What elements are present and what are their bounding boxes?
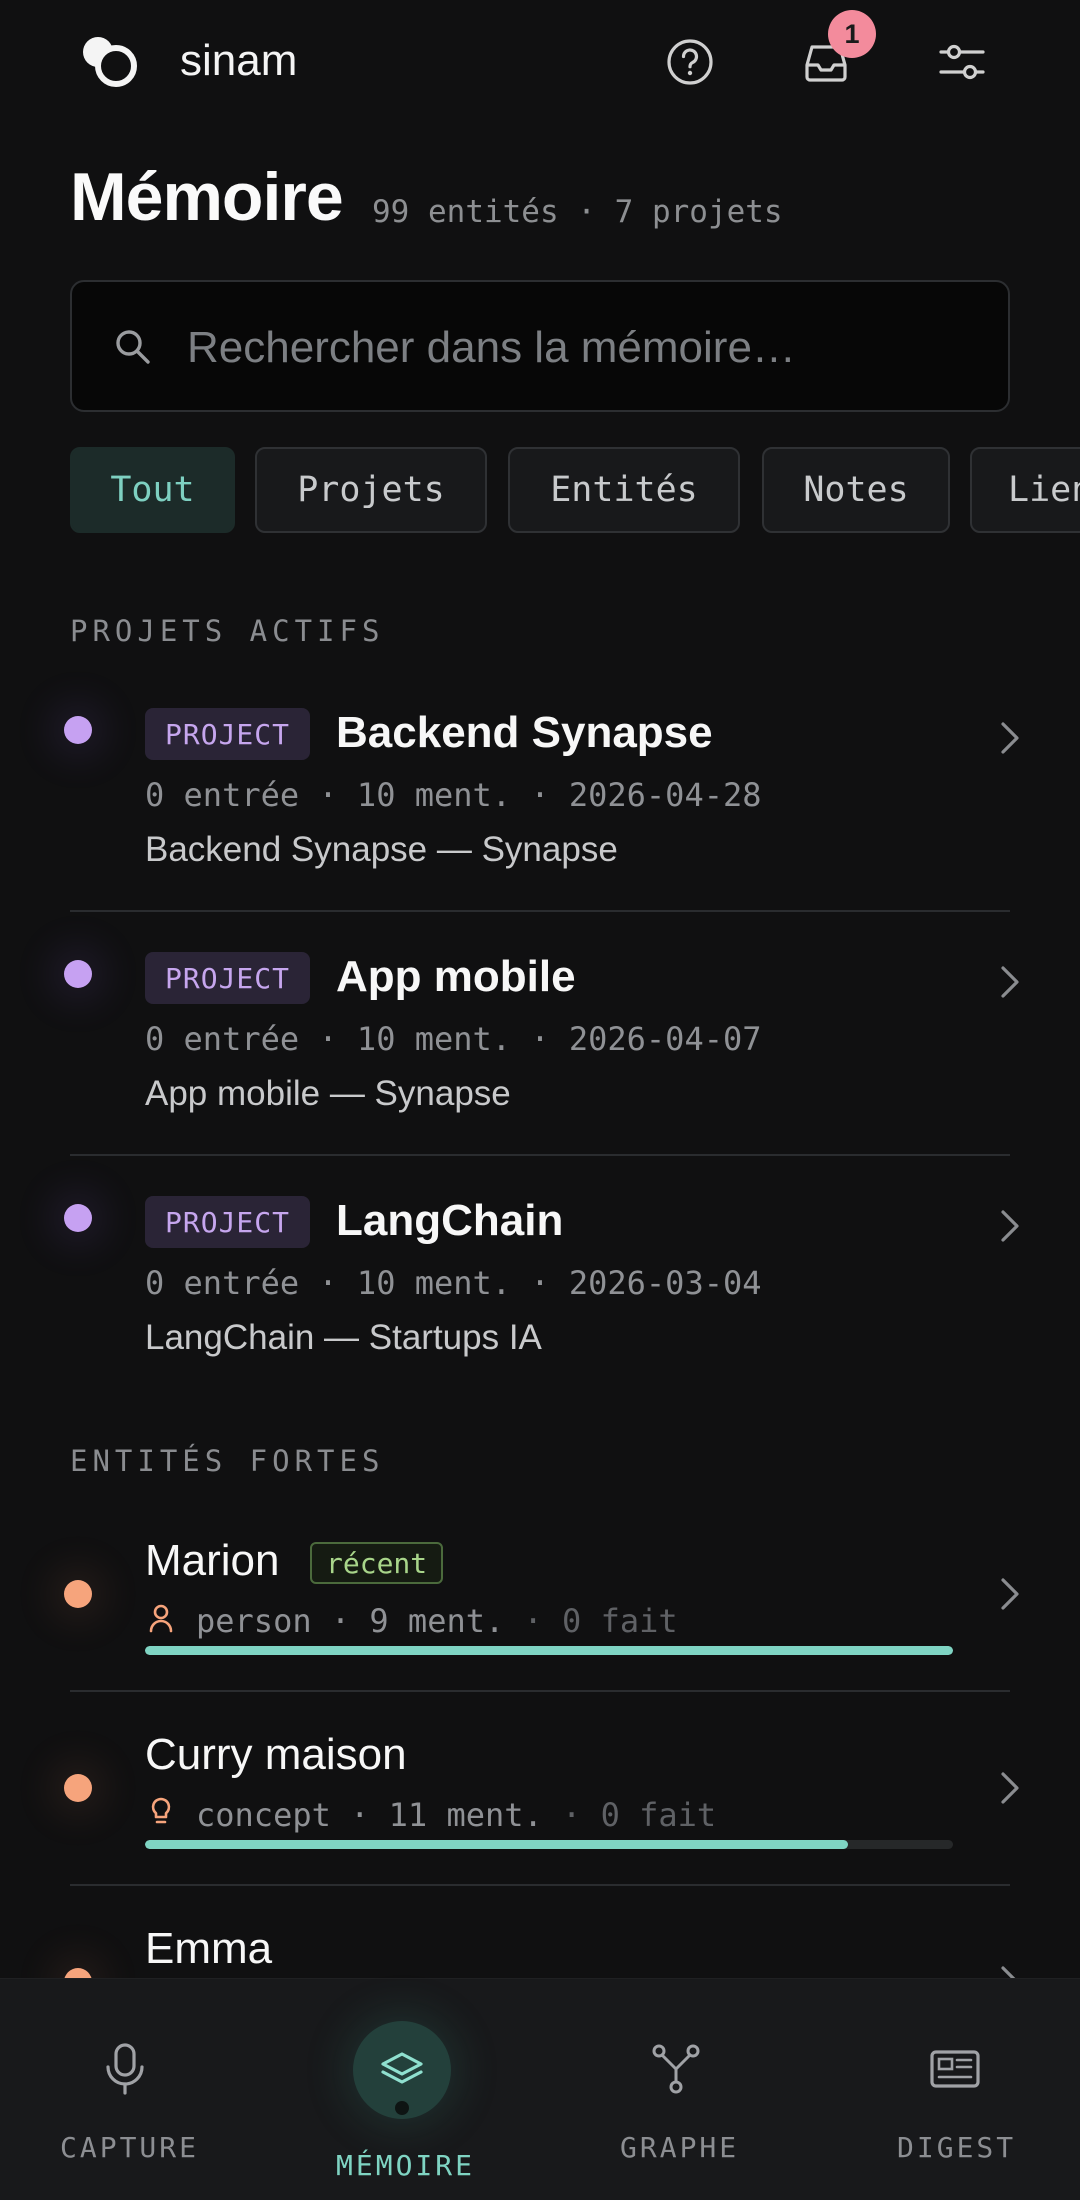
project-tag: PROJECT [145,708,311,760]
settings-sliders-icon [939,44,985,80]
nav-item-capture[interactable]: CAPTURE [40,1979,210,2200]
notification-badge: 1 [828,10,876,58]
entity-name: Curry maison [145,1730,407,1779]
chevron-right-icon [1001,1578,1019,1610]
project-meta: 0 entrée · 10 ment. · 2026-04-07 [145,1020,762,1058]
chevron-right-icon [1001,722,1019,754]
entity-facts: 0 fait [562,1602,678,1640]
divider [70,1690,1010,1692]
help-icon [667,39,713,85]
logo-icon [83,37,137,87]
project-meta: 0 entrée · 10 ment. · 2026-04-28 [145,776,762,814]
entity-name: Marion [145,1536,280,1585]
entity-mentions: 9 ment. [369,1602,505,1640]
filter-chips: Tout Projets Entités Notes Liens [70,447,1080,533]
nav-label: DIGEST [897,2131,1017,2164]
search-box[interactable] [70,280,1010,412]
entity-meta: person · 9 ment. · 0 fait [196,1602,678,1640]
project-dot [64,1204,92,1232]
lightbulb-icon [151,1797,171,1824]
nav-item-digest[interactable]: DIGEST [880,1979,1030,2200]
graph-icon [652,2044,700,2094]
filter-chip-entities[interactable]: Entités [508,447,740,533]
app-header: sinam 1 [0,0,1080,125]
nav-label: MÉMOIRE [336,2149,476,2182]
entity-facts: 0 fait [600,1796,717,1834]
strength-bar [145,1840,953,1849]
entity-mentions: 11 ment. [388,1796,543,1834]
chevron-right-icon [1001,1210,1019,1242]
entity-kind: person [196,1602,312,1640]
chevron-right-icon [1001,966,1019,998]
page-title: Mémoire [70,159,344,235]
section-title-projects: PROJETS ACTIFS [70,614,385,648]
project-name: LangChain [336,1196,564,1245]
brand-name: sinam [180,36,298,85]
entity-row[interactable]: Curry maison concept · 11 ment. · 0 fait [0,1724,1080,1884]
newspaper-icon [930,2050,980,2088]
nav-item-graphe[interactable]: GRAPHE [600,1979,752,2200]
entity-row[interactable]: Emma [0,1918,1080,1978]
project-row[interactable]: PROJECT App mobile 0 entrée · 10 ment. ·… [0,944,1080,1154]
search-icon [116,330,150,364]
project-row[interactable]: PROJECT Backend Synapse 0 entrée · 10 me… [0,700,1080,910]
entity-name: Emma [145,1924,273,1973]
chevron-right-icon [1001,1966,1016,1978]
project-tag: PROJECT [145,952,311,1004]
project-tag: PROJECT [145,1196,311,1248]
section-title-entities: ENTITÉS FORTES [70,1444,385,1478]
bottom-nav: CAPTURE MÉMOIRE GRAPHE DIGEST [0,1978,1080,2200]
entity-dot [64,1968,92,1978]
filter-chip-notes[interactable]: Notes [762,447,950,533]
microphone-icon [106,2043,144,2095]
entity-dot [64,1774,92,1802]
page-subtitle: 99 entités · 7 projets [372,194,783,230]
project-description: LangChain — Startups IA [145,1318,542,1357]
project-row[interactable]: PROJECT LangChain 0 entrée · 10 ment. · … [0,1188,1080,1398]
strength-bar-fill [145,1646,953,1655]
strength-bar-fill [145,1840,848,1849]
entity-row[interactable]: Marion récent person · 9 ment. · 0 fait [0,1530,1080,1690]
person-icon [149,1604,173,1633]
nav-item-memoire[interactable]: MÉMOIRE [318,1979,486,2200]
filter-chip-projects[interactable]: Projets [255,447,487,533]
project-dot [64,716,92,744]
filter-chip-all[interactable]: Tout [70,447,235,533]
entity-meta: concept · 11 ment. · 0 fait [196,1796,717,1834]
recent-badge: récent [310,1542,444,1584]
nav-active-dot [395,2101,409,2115]
project-dot [64,960,92,988]
divider [70,1154,1010,1156]
entity-kind: concept [196,1796,331,1834]
project-description: App mobile — Synapse [145,1074,511,1113]
nav-label: CAPTURE [60,2131,200,2164]
project-meta: 0 entrée · 10 ment. · 2026-03-04 [145,1264,762,1302]
search-input[interactable] [187,308,987,388]
divider [70,910,1010,912]
layers-icon [381,2052,423,2084]
project-name: Backend Synapse [336,708,713,757]
entity-dot [64,1580,92,1608]
filter-chip-links[interactable]: Liens [970,447,1080,533]
project-name: App mobile [336,952,576,1001]
chevron-right-icon [1001,1772,1019,1804]
nav-label: GRAPHE [620,2131,740,2164]
help-button[interactable] [660,32,720,92]
strength-bar [145,1646,953,1655]
project-description: Backend Synapse — Synapse [145,830,618,869]
settings-button[interactable] [932,32,992,92]
divider [70,1884,1010,1886]
